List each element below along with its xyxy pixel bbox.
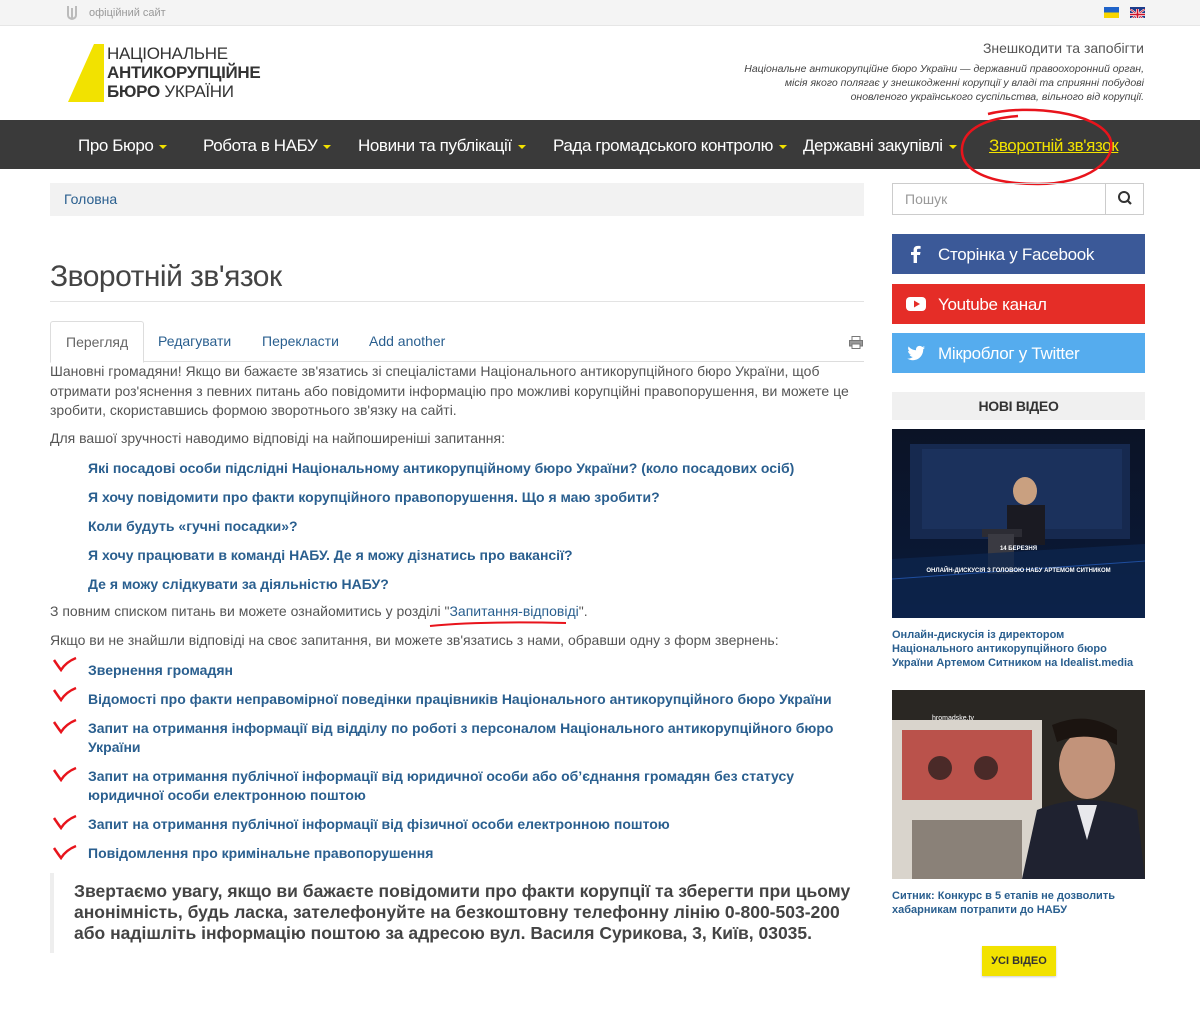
nav-item-procurement[interactable]: Державні закупівлі (803, 120, 957, 169)
annotation-check-icon (52, 844, 77, 860)
print-icon[interactable] (849, 336, 863, 349)
video-1-title: ОНЛАЙН-ДИСКУСІЯ З ГОЛОВОЮ НАБУ АРТЕМОМ С… (926, 568, 1111, 574)
chevron-down-icon (159, 144, 168, 149)
form-link[interactable]: Запит на отримання публічної інформації … (88, 767, 860, 805)
nav-item-feedback[interactable]: Зворотній зв'язок (989, 120, 1119, 169)
nav-item-news[interactable]: Новини та публікації (358, 120, 526, 169)
annotation-check-icon (52, 766, 77, 782)
tab-edit[interactable]: Редагувати (143, 321, 246, 362)
video-thumbnail-2[interactable]: hromadske.tv (892, 690, 1145, 879)
facebook-icon (911, 245, 921, 263)
full-list-paragraph: З повним списком питань ви можете ознайо… (50, 603, 588, 619)
youtube-icon (906, 297, 926, 311)
logo-line-3: БЮРО УКРАЇНИ (107, 82, 234, 101)
twitter-button[interactable]: Мікроблог у Twitter (892, 333, 1145, 373)
video-2-logo: hromadske.tv (932, 715, 975, 722)
new-video-heading: НОВІ ВІДЕО (892, 392, 1145, 420)
not-found-paragraph: Якщо ви не знайшли відповіді на своє зап… (50, 632, 779, 648)
trident-icon (67, 6, 77, 20)
facebook-button[interactable]: Сторінка у Facebook (892, 234, 1145, 274)
site-tagline: Знешкодити та запобігти (982, 40, 1144, 56)
annotation-check-icon (52, 686, 77, 702)
form-link[interactable]: Запит на отримання інформації від відділ… (88, 719, 860, 757)
youtube-label: Youtube канал (938, 295, 1047, 314)
ukrainian-flag-icon[interactable] (1104, 7, 1119, 18)
official-site-label: офіційний сайт (89, 7, 166, 19)
form-link[interactable]: Відомості про факти неправомірної поведі… (88, 690, 860, 709)
search-input[interactable]: Пошук (892, 183, 1106, 215)
search-button[interactable] (1105, 183, 1144, 215)
form-link[interactable]: Звернення громадян (88, 661, 860, 680)
english-flag-icon[interactable] (1130, 7, 1145, 18)
chevron-down-icon (323, 144, 332, 149)
divider (50, 301, 864, 302)
chevron-down-icon (517, 144, 526, 149)
page-title: Зворотній зв'язок (50, 260, 282, 293)
tab-bar: Перегляд Редагувати Перекласти Add anoth… (50, 321, 864, 363)
all-videos-button[interactable]: УСІ ВІДЕО (982, 946, 1056, 976)
youtube-button[interactable]: Youtube канал (892, 284, 1145, 324)
convenience-paragraph: Для вашої зручності наводимо відповіді н… (50, 430, 506, 446)
search-icon (1118, 191, 1132, 205)
intro-paragraph: Шановні громадяни! Якщо ви бажаєте зв'яз… (50, 363, 849, 418)
video-2-caption[interactable]: Ситник: Конкурс в 5 етапів не дозволить … (892, 889, 1145, 917)
tab-view[interactable]: Перегляд (50, 321, 145, 363)
facebook-label: Сторінка у Facebook (938, 245, 1095, 264)
main-nav: Про Бюро Робота в НАБУ Новини та публіка… (0, 120, 1200, 169)
anonymity-notice: Звертаємо увагу, якщо ви бажаєте повідом… (50, 873, 864, 953)
logo-text[interactable]: НАЦІОНАЛЬНЕ АНТИКОРУПЦІЙНЕ БЮРО УКРАЇНИ (107, 44, 261, 101)
tab-add-another[interactable]: Add another (354, 321, 460, 362)
annotation-check-icon (52, 656, 77, 672)
mission-statement: Національне антикорупційне бюро України … (744, 63, 1144, 103)
breadcrumb: Головна (50, 183, 864, 216)
faq-link[interactable]: Де я можу слідкувати за діяльністю НАБУ? (88, 575, 848, 594)
video-thumbnail-1[interactable]: 14 БЕРЕЗНЯ ОНЛАЙН-ДИСКУСІЯ З ГОЛОВОЮ НАБ… (892, 429, 1145, 618)
faq-link[interactable]: Я хочу працювати в команді НАБУ. Де я мо… (88, 546, 848, 565)
twitter-icon (907, 345, 925, 361)
video-1-date: 14 БЕРЕЗНЯ (999, 546, 1038, 552)
nav-item-about[interactable]: Про Бюро (78, 120, 168, 169)
chevron-down-icon (779, 144, 788, 149)
nabu-logo-icon[interactable] (68, 44, 104, 102)
video-still-1 (892, 429, 1145, 618)
form-link[interactable]: Запит на отримання публічної інформації … (88, 815, 860, 834)
top-bar: офіційний сайт (0, 0, 1200, 26)
faq-link[interactable]: Коли будуть «гучні посадки»? (88, 517, 848, 536)
annotation-check-icon (52, 814, 77, 830)
nav-item-council[interactable]: Рада громадського контролю (553, 120, 788, 169)
video-1-caption[interactable]: Онлайн-дискусія із директором Національн… (892, 628, 1145, 670)
logo-line-2: АНТИКОРУПЦІЙНЕ (107, 63, 261, 82)
annotation-underline (429, 621, 567, 627)
tab-translate[interactable]: Перекласти (247, 321, 354, 362)
annotation-check-icon (52, 718, 77, 734)
chevron-down-icon (948, 144, 957, 149)
faq-link[interactable]: Які посадові особи підслідні Національно… (88, 459, 848, 478)
breadcrumb-home[interactable]: Головна (64, 191, 117, 207)
faq-section-link[interactable]: Запитання-відповіді (449, 603, 578, 619)
video-still-2 (892, 690, 1145, 879)
logo-line-1: НАЦІОНАЛЬНЕ (107, 44, 228, 63)
form-link[interactable]: Повідомлення про кримінальне правопоруше… (88, 844, 860, 863)
nav-item-work[interactable]: Робота в НАБУ (203, 120, 332, 169)
twitter-label: Мікроблог у Twitter (938, 344, 1080, 363)
faq-link[interactable]: Я хочу повідомити про факти корупційного… (88, 488, 848, 507)
